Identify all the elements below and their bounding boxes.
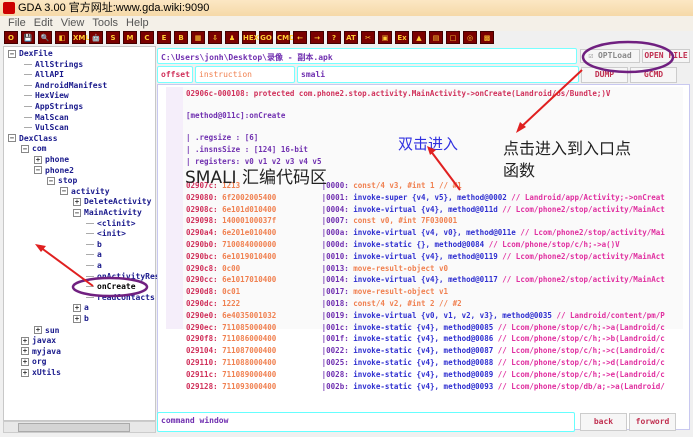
- highlight-ellipse-optload: [581, 40, 675, 74]
- arrowhead: [427, 146, 436, 155]
- arrow-double-click: [429, 149, 461, 191]
- annotation-overlay: [35, 40, 675, 298]
- arrow-tree: [39, 246, 94, 287]
- arrow-to-entry: [519, 69, 583, 129]
- highlight-ellipse-oncreate: [71, 276, 149, 298]
